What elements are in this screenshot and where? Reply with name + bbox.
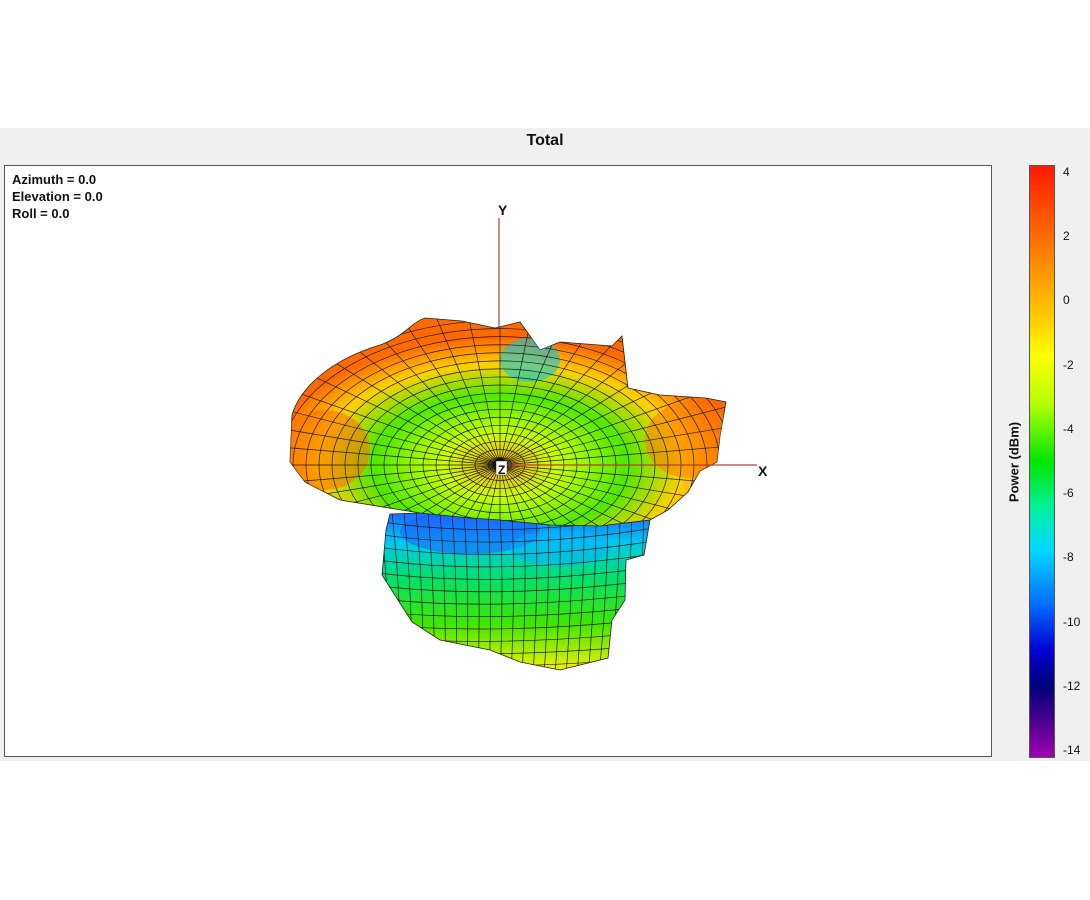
- colorbar-tick: -10: [1063, 614, 1081, 629]
- y-axis-label: Y: [498, 202, 508, 218]
- z-axis-label: Z: [498, 463, 505, 477]
- colorbar-tick: -2: [1063, 357, 1074, 372]
- colorbar-tick: -12: [1063, 678, 1081, 693]
- colorbar-tick: -8: [1063, 550, 1074, 565]
- colorbar-tick: 0: [1063, 293, 1070, 308]
- colorbar-tick: 2: [1063, 229, 1070, 244]
- lower-lobe: [381, 511, 651, 671]
- colorbar-tick: 4: [1063, 165, 1070, 179]
- colorbar-tick: -4: [1063, 421, 1074, 436]
- colorbar-tick: -6: [1063, 486, 1074, 501]
- colorbar-tick: -14: [1063, 743, 1081, 757]
- colorbar: [1029, 165, 1055, 758]
- pattern-scene: X Y Z: [289, 202, 768, 671]
- x-axis-label: X: [758, 463, 768, 479]
- colorbar-label: Power (dBm): [1006, 421, 1022, 503]
